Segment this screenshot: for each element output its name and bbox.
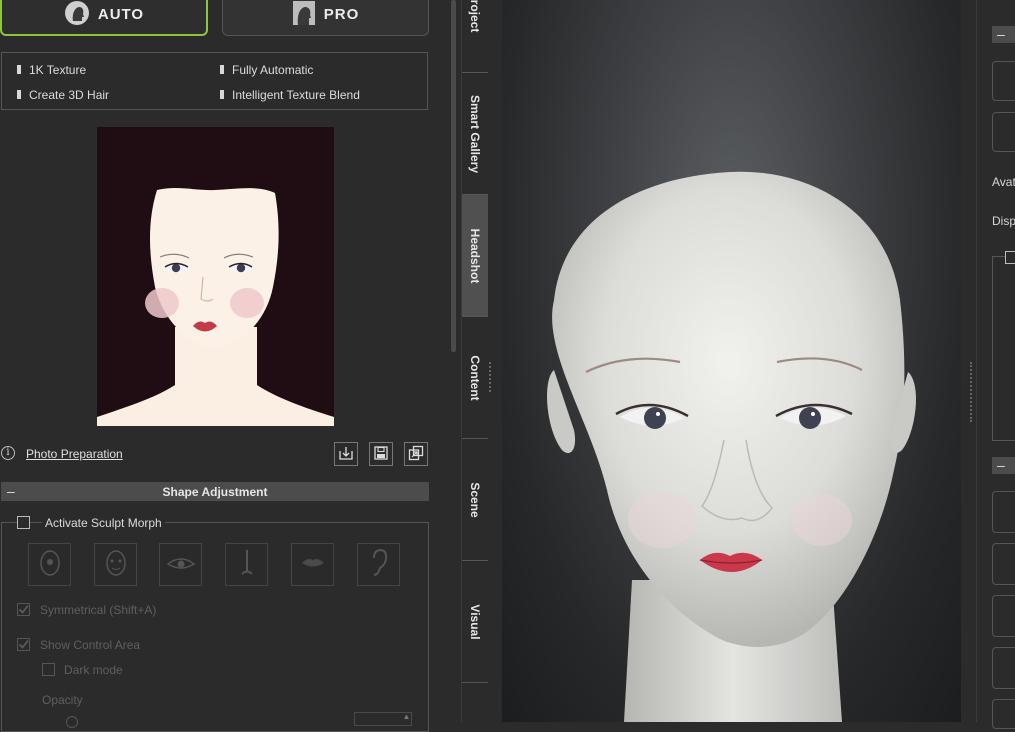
right-button[interactable] <box>992 112 1015 152</box>
show-control-area-checkbox[interactable] <box>17 638 30 651</box>
feature-list: 1K Texture Fully Automatic Create 3D Hai… <box>1 52 428 110</box>
pro-head-icon <box>292 0 316 29</box>
tab-headshot-label: Headshot <box>468 228 482 283</box>
right-button[interactable] <box>992 595 1015 637</box>
headshot-panel: AUTO PRO 1K Texture Fully Automatic Crea… <box>0 0 458 732</box>
symmetrical-checkbox[interactable] <box>17 603 30 616</box>
source-photo <box>97 127 334 426</box>
pro-mode-button[interactable]: PRO <box>222 0 429 36</box>
info-icon[interactable]: i <box>1 446 15 460</box>
tab-scene[interactable]: Scene <box>462 438 488 560</box>
tab-content-label: Content <box>468 354 482 401</box>
pro-mode-label: PRO <box>323 5 360 23</box>
save-icon <box>373 445 389 464</box>
shape-adjustment-header[interactable]: – Shape Adjustment <box>1 482 429 501</box>
activate-sculpt-morph-checkbox[interactable] <box>17 516 30 529</box>
save-button[interactable] <box>369 442 393 466</box>
sculpt-mouth-button[interactable] <box>291 543 334 586</box>
tab-headshot[interactable]: Headshot <box>462 194 488 316</box>
tab-project-label: Project <box>468 0 482 32</box>
sculpt-eye-icon <box>166 553 196 576</box>
load-image-button[interactable] <box>334 442 358 466</box>
tab-more[interactable] <box>462 682 488 722</box>
right-button[interactable] <box>992 543 1015 585</box>
tab-smart-gallery-label: Smart Gallery <box>468 94 482 173</box>
auto-mode-button[interactable]: AUTO <box>0 0 208 36</box>
tab-scene-label: Scene <box>468 481 482 518</box>
symmetrical-label: Symmetrical (Shift+A) <box>40 603 157 617</box>
sculpt-face-icon <box>103 548 129 581</box>
sculpt-mouth-icon <box>299 555 327 574</box>
tab-smart-gallery[interactable]: Smart Gallery <box>462 72 488 194</box>
left-panel-scrollbar[interactable] <box>451 0 456 352</box>
head-model <box>547 171 916 722</box>
3d-viewport[interactable] <box>502 0 961 722</box>
export-icon <box>408 445 424 464</box>
collapse-icon[interactable]: – <box>997 26 1005 42</box>
sculpt-nose-button[interactable] <box>225 543 268 586</box>
shape-adjustment-title: Shape Adjustment <box>162 485 268 499</box>
right-section-header[interactable]: – <box>992 26 1015 43</box>
sculpt-head-icon <box>37 548 63 581</box>
sculpt-ear-icon <box>369 548 389 581</box>
right-button[interactable] <box>992 647 1015 689</box>
right-checkbox[interactable] <box>1005 251 1015 264</box>
sculpt-face-button[interactable] <box>94 543 137 586</box>
tab-visual-label: Visual <box>468 603 482 640</box>
auto-mode-label: AUTO <box>97 5 145 23</box>
feature-item: Create 3D Hair <box>16 88 110 102</box>
right-options-group <box>992 256 1015 441</box>
right-button[interactable] <box>992 699 1015 729</box>
resize-grip-right[interactable] <box>970 362 975 422</box>
sculpt-eye-button[interactable] <box>159 543 202 586</box>
sculpt-head-button[interactable] <box>28 543 71 586</box>
load-image-icon <box>338 445 354 464</box>
opacity-slider-handle[interactable] <box>66 716 78 728</box>
opacity-label: Opacity <box>42 693 83 707</box>
sculpt-ear-button[interactable] <box>357 543 400 586</box>
display-label: Disp <box>992 214 1015 228</box>
dark-mode-label: Dark mode <box>64 663 123 677</box>
tab-project[interactable]: Project <box>462 0 488 72</box>
right-button[interactable] <box>992 491 1015 533</box>
export-button[interactable] <box>404 442 428 466</box>
right-button[interactable] <box>992 61 1015 101</box>
feature-item: Fully Automatic <box>219 63 314 77</box>
sculpt-nose-icon <box>237 547 257 582</box>
side-tab-bar: Project Smart Gallery Headshot Content S… <box>461 0 489 722</box>
show-control-area-label: Show Control Area <box>40 638 141 652</box>
tab-visual[interactable]: Visual <box>462 560 488 682</box>
collapse-icon[interactable]: – <box>997 457 1005 473</box>
feature-item: 1K Texture <box>16 63 87 77</box>
activate-sculpt-morph-label: Activate Sculpt Morph <box>42 516 165 530</box>
spin-up-icon[interactable]: ▲ <box>401 712 412 722</box>
avatar-label: Avat <box>992 175 1015 189</box>
dark-mode-checkbox[interactable] <box>42 663 55 676</box>
tab-content[interactable]: Content <box>462 316 488 438</box>
right-section-header[interactable]: – <box>992 457 1015 474</box>
feature-item: Intelligent Texture Blend <box>220 88 360 102</box>
auto-head-icon <box>64 0 90 29</box>
resize-grip-left[interactable] <box>489 362 494 392</box>
photo-preparation-link[interactable]: Photo Preparation <box>26 447 123 461</box>
